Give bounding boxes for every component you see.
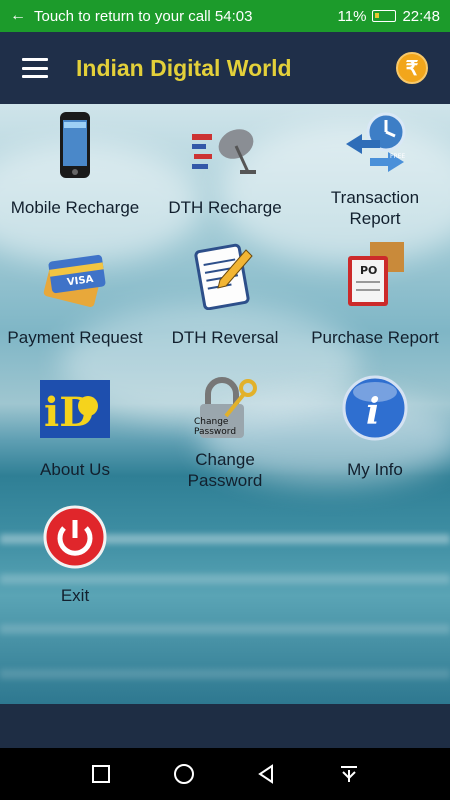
lock-text-line1: Change	[194, 417, 229, 427]
wallet-rupee-button[interactable]: ₹	[396, 52, 428, 84]
clock: 22:48	[402, 7, 440, 25]
mobile-recharge-label: Mobile Recharge	[10, 198, 140, 217]
battery-percent: 11%	[337, 7, 367, 25]
app-bar: Indian Digital World ₹	[0, 32, 450, 104]
purchase-report-label: Purchase Report	[311, 328, 439, 347]
dth-recharge-tile[interactable]: DTH Recharge	[150, 104, 300, 229]
return-to-call-text[interactable]: Touch to return to your call 54:03	[34, 8, 338, 25]
change-password-tile[interactable]: Change Password Change Password	[150, 366, 300, 491]
dth-recharge-label: DTH Recharge	[168, 198, 282, 217]
navigation-bar	[0, 748, 450, 800]
notepad-pencil-icon	[194, 243, 253, 310]
menu-icon[interactable]	[22, 58, 48, 78]
power-off-icon	[43, 505, 107, 569]
change-password-label-line2: Password	[187, 471, 263, 490]
po-text: PO	[360, 264, 377, 277]
exit-label: Exit	[60, 586, 90, 605]
credit-cards-icon: VISA	[43, 254, 106, 307]
status-bar[interactable]: ← Touch to return to your call 54:03 11%…	[0, 0, 450, 32]
transaction-arrows-icon: FREE	[346, 112, 406, 172]
satellite-dish-icon	[192, 129, 256, 174]
app-title: Indian Digital World	[76, 54, 292, 81]
payment-request-tile[interactable]: VISA Payment Request	[0, 234, 150, 359]
mobile-phone-icon	[60, 112, 90, 178]
my-info-tile[interactable]: i My Info	[300, 366, 450, 491]
battery-icon	[372, 10, 397, 22]
info-icon: i	[342, 375, 408, 441]
main-content: Mobile Recharge DTH Recharge FREE Transa…	[0, 104, 450, 704]
lock-text-line2: Password	[194, 427, 236, 437]
purchase-order-icon: PO	[348, 242, 404, 306]
exit-tile[interactable]: Exit	[0, 496, 150, 606]
mobile-recharge-tile[interactable]: Mobile Recharge	[0, 104, 150, 229]
my-info-label: My Info	[347, 460, 403, 479]
padlock-key-icon: Change Password	[194, 377, 257, 438]
back-triangle-icon[interactable]	[246, 754, 286, 794]
purchase-report-tile[interactable]: PO Purchase Report	[300, 234, 450, 359]
payment-request-label: Payment Request	[7, 328, 143, 347]
dth-reversal-tile[interactable]: DTH Reversal	[150, 234, 300, 359]
transaction-report-tile[interactable]: FREE Transaction Report	[300, 104, 450, 229]
change-password-label-line1: Change	[195, 450, 255, 469]
recents-square-icon[interactable]	[81, 754, 121, 794]
notification-pull-down-icon[interactable]	[329, 754, 369, 794]
dth-reversal-label: DTH Reversal	[171, 328, 279, 347]
about-us-tile[interactable]: iD About Us	[0, 366, 150, 491]
return-call-arrow-icon[interactable]: ←	[10, 7, 26, 25]
info-icon-text: i	[366, 391, 380, 433]
home-circle-icon[interactable]	[164, 754, 204, 794]
transaction-report-label-line2: Report	[349, 209, 401, 228]
about-logo-icon: iD	[40, 380, 110, 438]
free-badge-text: FREE	[390, 153, 405, 160]
transaction-report-label-line1: Transaction	[330, 188, 420, 207]
about-us-label: About Us	[40, 460, 110, 479]
footer-band	[0, 704, 450, 748]
